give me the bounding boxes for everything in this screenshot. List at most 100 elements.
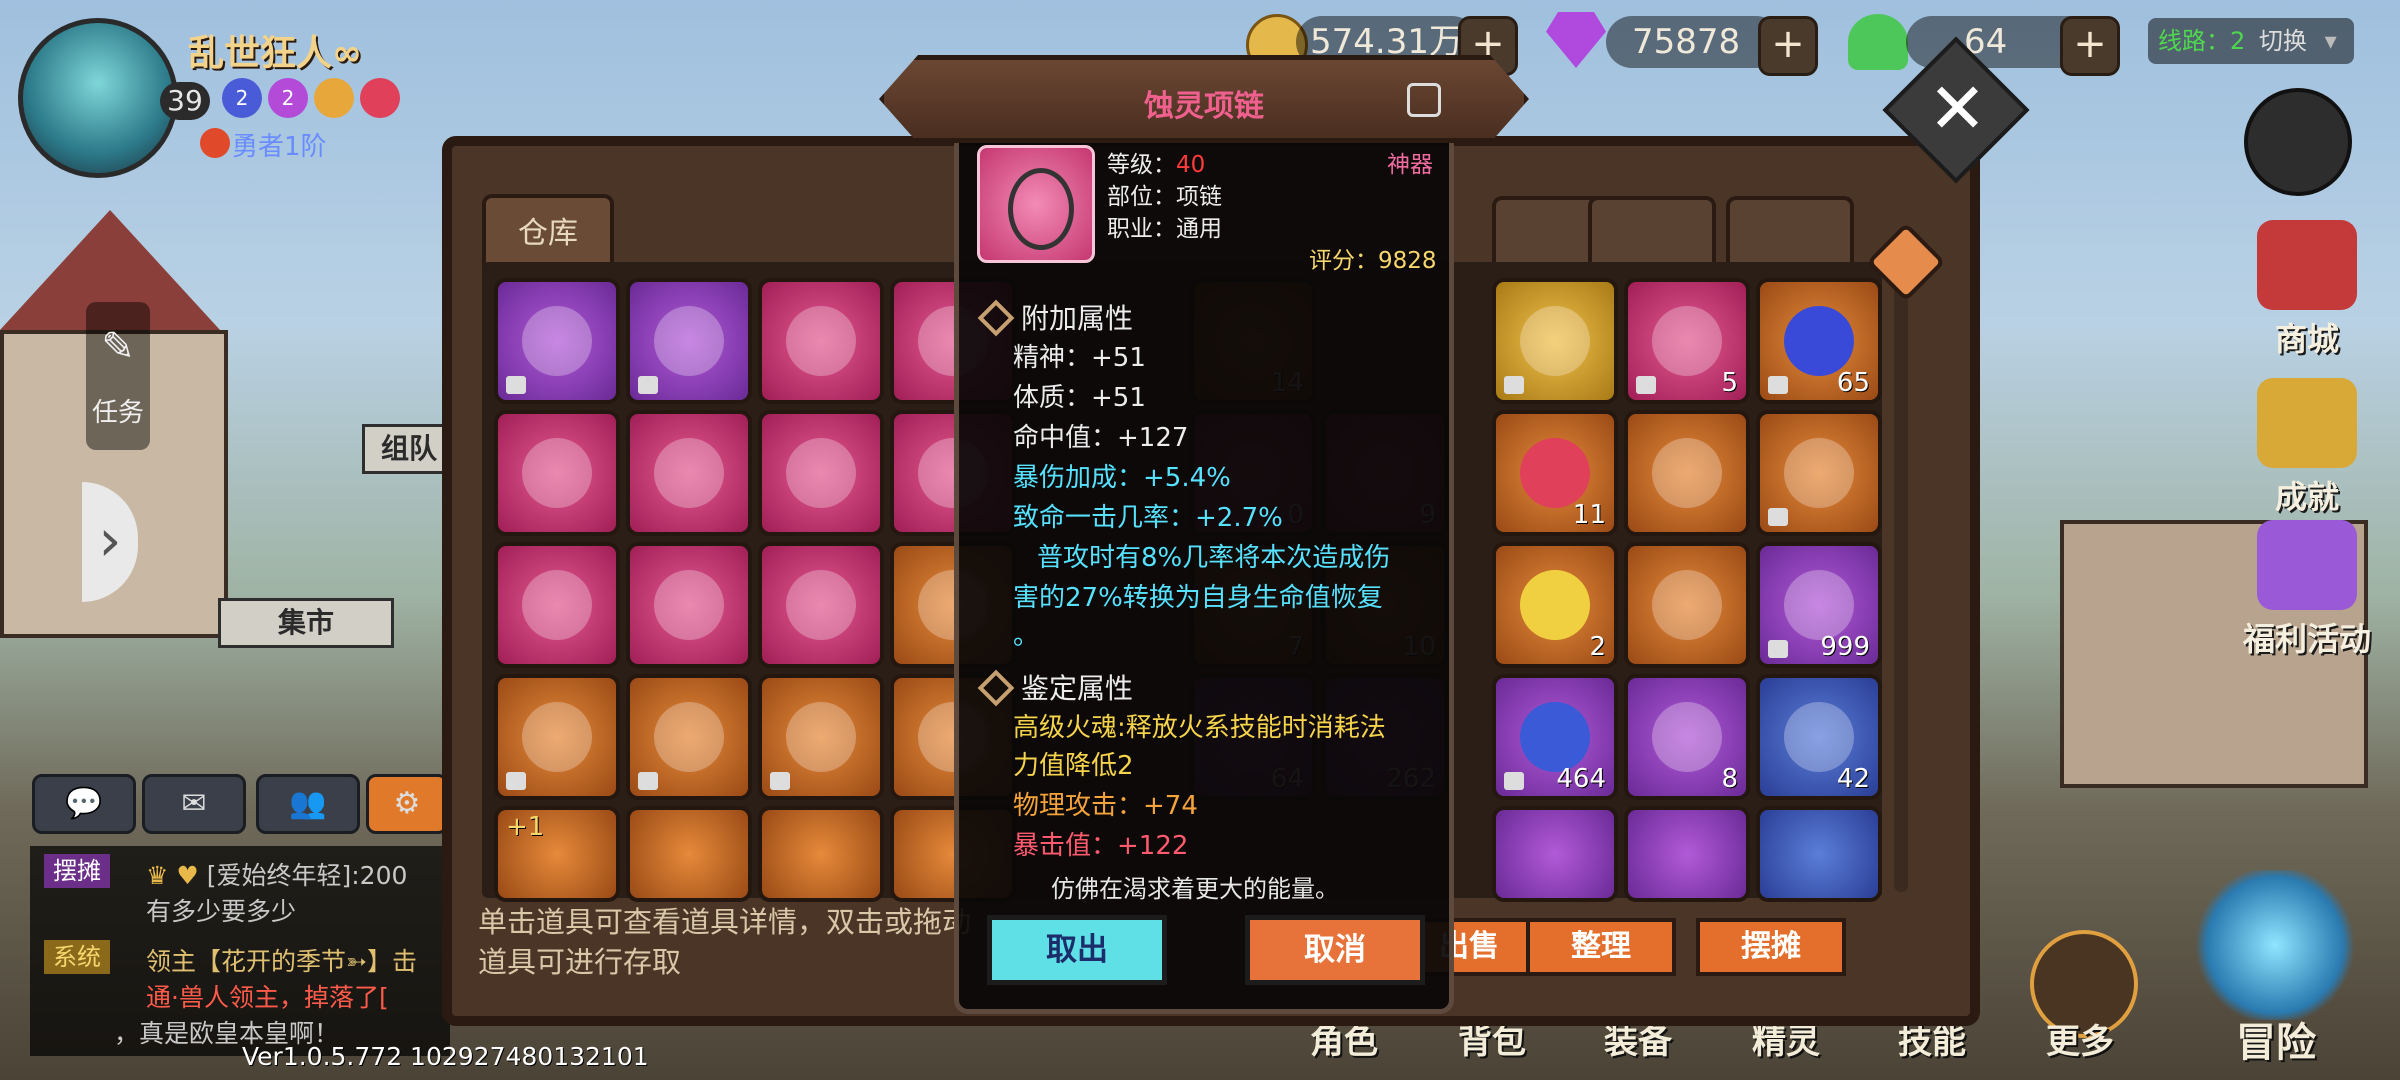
friends-icon[interactable]: 👥 bbox=[256, 774, 360, 834]
item-slot[interactable] bbox=[1624, 410, 1750, 536]
warehouse-hint: 单击道具可查看道具详情，双击或拖动道具可进行存取 bbox=[478, 905, 972, 979]
item-count: 2 bbox=[1589, 632, 1606, 662]
item-slot[interactable] bbox=[626, 410, 752, 536]
item-slot[interactable] bbox=[494, 410, 620, 536]
attr-line: 致命一击几率：+2.7% bbox=[1013, 503, 1283, 533]
line-label: 线路：2 bbox=[2158, 27, 2246, 55]
item-slot[interactable] bbox=[758, 674, 884, 800]
item-slot[interactable]: 999 bbox=[1756, 542, 1882, 668]
gem-amount: 75878 bbox=[1606, 16, 1782, 68]
item-slot[interactable]: 2 bbox=[1492, 542, 1618, 668]
crown-icon[interactable] bbox=[314, 78, 354, 118]
item-slot[interactable]: +1 bbox=[494, 806, 620, 902]
lock-icon bbox=[770, 772, 790, 790]
appraise-attr-title: 鉴定属性 bbox=[1021, 672, 1134, 705]
task-label: 任务 bbox=[91, 398, 144, 428]
item-slot[interactable]: 11 bbox=[1492, 410, 1618, 536]
item-slot[interactable]: 5 bbox=[1624, 278, 1750, 404]
sort-button[interactable]: 整理 bbox=[1526, 918, 1676, 976]
item-slot[interactable] bbox=[1756, 806, 1882, 902]
extra-attr-title: 附加属性 bbox=[1021, 302, 1134, 335]
item-slot[interactable] bbox=[758, 806, 884, 902]
item-slot[interactable] bbox=[1492, 278, 1618, 404]
lock-icon bbox=[638, 376, 658, 394]
tab-rune[interactable] bbox=[1588, 196, 1716, 270]
item-tooltip: 蚀灵项链 等级：40 部位：项链 职业：通用 神器 评分：9828 附加属性 精… bbox=[879, 55, 1529, 1014]
appraise-line: 力值降低2 bbox=[1013, 751, 1134, 781]
item-count: 999 bbox=[1820, 632, 1870, 662]
item-slot[interactable] bbox=[626, 542, 752, 668]
badge-icon[interactable]: 2 bbox=[268, 78, 308, 118]
item-slot[interactable]: 65 bbox=[1756, 278, 1882, 404]
chat-tag-system: 系统 bbox=[44, 940, 110, 974]
scrollbar[interactable] bbox=[1894, 282, 1908, 892]
add-heart-button[interactable]: + bbox=[2060, 16, 2120, 76]
server-line-switch[interactable]: 线路：2 切换 ▾ bbox=[2148, 18, 2354, 64]
diamond-icon bbox=[977, 299, 1015, 337]
item-slot[interactable] bbox=[494, 542, 620, 668]
necklace-icon bbox=[977, 145, 1095, 263]
item-slot[interactable] bbox=[494, 674, 620, 800]
player-name: 乱世狂人∞ bbox=[188, 33, 362, 74]
item-count: 8 bbox=[1721, 764, 1738, 794]
mail-icon[interactable]: ✉ bbox=[142, 774, 246, 834]
welfare-label: 福利活动 bbox=[2242, 620, 2371, 658]
lock-icon bbox=[1636, 376, 1656, 394]
attr-line: 体质：+51 bbox=[1013, 383, 1146, 413]
welfare-button[interactable]: 福利活动 bbox=[2232, 520, 2382, 660]
task-button[interactable]: ✎ 任务 bbox=[86, 302, 150, 450]
portal-icon[interactable] bbox=[2190, 870, 2360, 1020]
item-slot[interactable] bbox=[626, 806, 752, 902]
item-slot[interactable] bbox=[1492, 806, 1618, 902]
item-slot[interactable] bbox=[758, 542, 884, 668]
heart-icon[interactable] bbox=[360, 78, 400, 118]
item-slot[interactable] bbox=[758, 410, 884, 536]
item-slot[interactable]: 42 bbox=[1756, 674, 1882, 800]
item-slot[interactable] bbox=[494, 278, 620, 404]
item-count: 42 bbox=[1836, 764, 1870, 794]
shop-button[interactable]: 商城 bbox=[2232, 220, 2382, 360]
settings-icon[interactable]: ⚙ bbox=[366, 774, 448, 834]
item-slot[interactable] bbox=[1624, 542, 1750, 668]
nav-adventure[interactable]: 冒险 bbox=[2236, 1010, 2316, 1068]
item-slot[interactable]: 8 bbox=[1624, 674, 1750, 800]
item-slot[interactable]: 464 bbox=[1492, 674, 1618, 800]
achievement-button[interactable]: 成就 bbox=[2232, 378, 2382, 518]
chat-icon[interactable]: 💬 bbox=[32, 774, 136, 834]
lock-icon bbox=[1768, 640, 1788, 658]
shop-label: 商城 bbox=[2274, 320, 2339, 358]
flavor-text: 仿佛在渴求着更大的能量。 bbox=[1051, 875, 1339, 903]
item-slot[interactable] bbox=[626, 278, 752, 404]
item-slot[interactable] bbox=[626, 674, 752, 800]
appraise-line: 高级火魂:释放火系技能时消耗法 bbox=[1013, 713, 1386, 743]
phys-attack-line: 物理攻击：+74 bbox=[1013, 791, 1198, 821]
lock-icon bbox=[638, 772, 658, 790]
tab-warehouse[interactable]: 仓库 bbox=[482, 194, 614, 270]
shop-icon bbox=[2257, 220, 2357, 310]
item-title: 蚀灵项链 bbox=[1144, 89, 1264, 124]
trophy-icon bbox=[2257, 378, 2357, 468]
badge-icon[interactable]: 2 bbox=[222, 78, 262, 118]
item-slot[interactable] bbox=[1756, 410, 1882, 536]
quality-label: 神器 bbox=[1387, 152, 1433, 178]
item-slot[interactable] bbox=[758, 278, 884, 404]
chat-panel[interactable]: 摆摊 ♛ ♥ [爱始终年轻]:200 有多少要多少 系统 领主【花开的季节➳】击… bbox=[30, 846, 450, 1056]
item-count: 65 bbox=[1836, 368, 1870, 398]
job-row: 职业：通用 bbox=[1107, 216, 1222, 242]
compass-button[interactable] bbox=[2244, 88, 2352, 196]
green-heart-icon bbox=[1848, 14, 1908, 70]
item-slot[interactable] bbox=[1624, 806, 1750, 902]
add-gem-button[interactable]: + bbox=[1758, 16, 1818, 76]
nav-more[interactable]: 更多 bbox=[2046, 1014, 2114, 1063]
stall-button[interactable]: 摆摊 bbox=[1696, 918, 1846, 976]
lock-icon bbox=[1768, 508, 1788, 526]
share-icon[interactable] bbox=[1407, 83, 1441, 117]
lock-icon bbox=[506, 376, 526, 394]
item-count: 464 bbox=[1556, 764, 1606, 794]
tab-material[interactable] bbox=[1726, 196, 1854, 270]
cancel-button[interactable]: 取消 bbox=[1245, 915, 1425, 985]
item-plus: +1 bbox=[506, 812, 545, 842]
market-sign[interactable]: 集市 bbox=[218, 598, 394, 648]
player-avatar[interactable] bbox=[18, 18, 178, 178]
take-out-button[interactable]: 取出 bbox=[987, 915, 1167, 985]
